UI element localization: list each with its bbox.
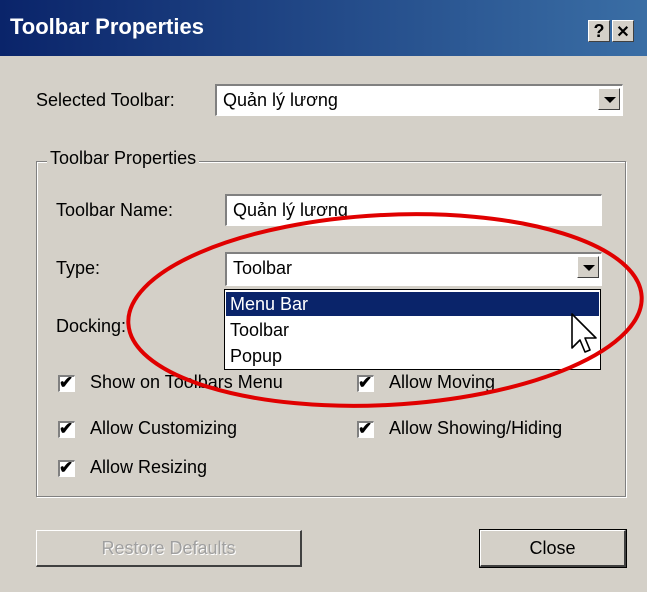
- annotation-ellipse: [126, 212, 644, 408]
- toolbar-properties-dialog: Toolbar Properties ? ✕ Selected Toolbar:…: [0, 0, 647, 592]
